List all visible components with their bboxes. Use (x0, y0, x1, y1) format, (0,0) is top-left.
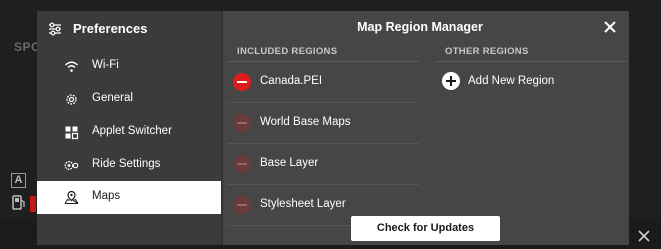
background-indicator (30, 196, 36, 212)
close-icon[interactable] (603, 20, 617, 34)
add-region-label: Add New Region (468, 75, 555, 87)
background-auto-badge: A (11, 173, 26, 188)
remove-region-icon (233, 155, 251, 173)
ride-settings-icon (64, 161, 79, 170)
add-region-button[interactable]: Add New Region (440, 72, 620, 94)
sidebar-item-label: Wi-Fi (92, 59, 119, 71)
region-label: Stylesheet Layer (260, 198, 346, 210)
gear-icon (66, 94, 77, 105)
region-row-world-base-maps[interactable]: World Base Maps (227, 103, 419, 144)
region-row-base-layer[interactable]: Base Layer (227, 144, 419, 185)
wifi-icon (65, 61, 78, 72)
sliders-icon (49, 22, 61, 36)
sidebar-header: Preferences (37, 11, 221, 47)
sidebar-item-label: General (92, 92, 133, 104)
sidebar-divider (221, 11, 223, 245)
sidebar-item-general[interactable]: General (37, 83, 221, 116)
other-regions-header: OTHER REGIONS (445, 46, 529, 57)
included-regions-header: INCLUDED REGIONS (237, 46, 338, 57)
sidebar-item-ride-settings[interactable]: Ride Settings (37, 149, 221, 182)
fuel-icon (12, 195, 25, 210)
preferences-sidebar: Preferences Wi-Fi General Applet Switche… (37, 11, 221, 245)
remove-region-icon[interactable] (233, 73, 251, 91)
background-close-icon[interactable] (636, 228, 652, 244)
preferences-modal: Preferences Wi-Fi General Applet Switche… (37, 11, 629, 245)
map-pin-icon (64, 190, 79, 204)
remove-region-icon (233, 114, 251, 132)
sidebar-item-wifi[interactable]: Wi-Fi (37, 50, 221, 83)
region-label: World Base Maps (260, 116, 351, 128)
region-row-canada-pei[interactable]: Canada.PEI (227, 62, 419, 103)
sidebar-title: Preferences (73, 21, 148, 36)
sidebar-item-maps[interactable]: Maps (37, 181, 221, 214)
sidebar-item-label: Maps (92, 190, 121, 202)
other-header-divider (435, 61, 627, 62)
page-title: Map Region Manager (357, 20, 483, 34)
sidebar-item-label: Applet Switcher (92, 125, 172, 137)
sidebar-item-applet-switcher[interactable]: Applet Switcher (37, 116, 221, 149)
remove-region-icon (233, 196, 251, 214)
sidebar-item-label: Ride Settings (92, 158, 161, 170)
grid-icon (65, 126, 79, 140)
check-updates-button[interactable]: Check for Updates (351, 216, 500, 241)
region-label: Canada.PEI (260, 75, 323, 87)
region-label: Base Layer (260, 157, 319, 169)
plus-icon (442, 72, 460, 90)
